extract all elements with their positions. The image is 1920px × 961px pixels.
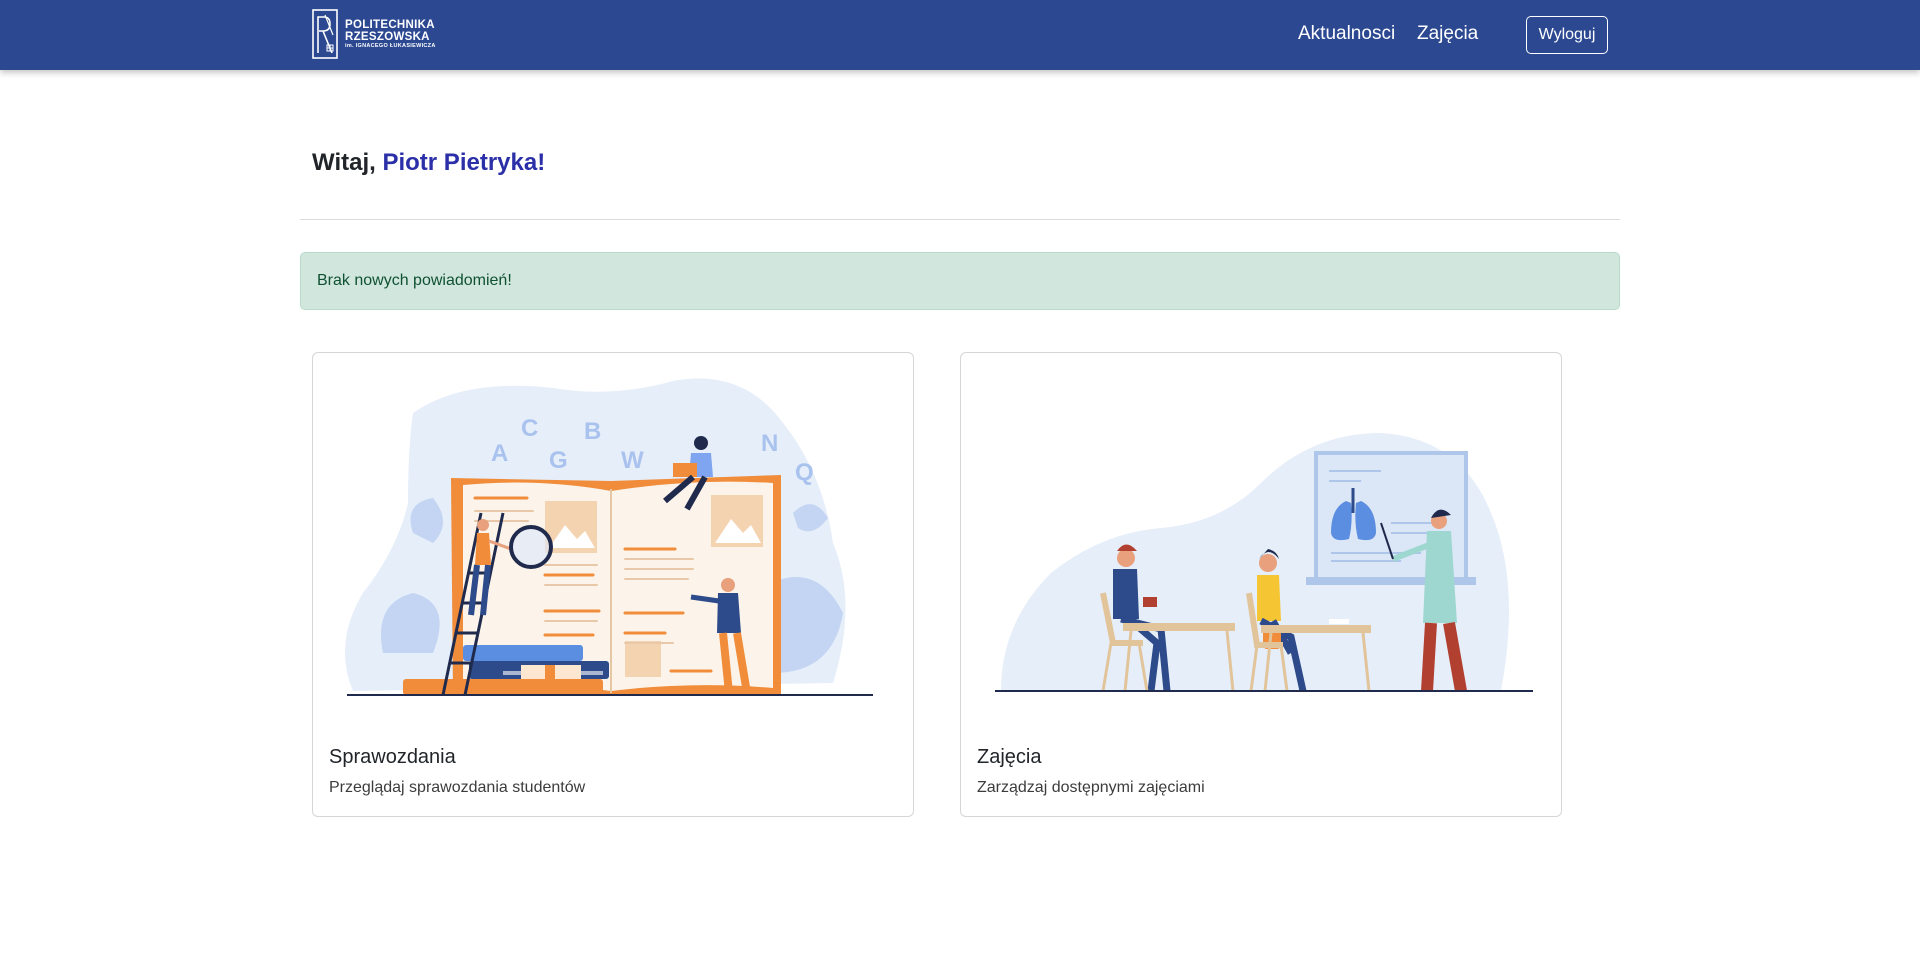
logo-emblem-icon <box>312 9 338 59</box>
notification-alert: Brak nowych powiadomień! <box>300 252 1620 310</box>
letter-c: C <box>521 415 538 442</box>
university-logo[interactable]: POLITECHNIKA RZESZOWSKA im. IGNACEGO ŁUK… <box>312 9 436 59</box>
logout-button[interactable]: Wyloguj <box>1526 16 1608 54</box>
top-navbar: POLITECHNIKA RZESZOWSKA im. IGNACEGO ŁUK… <box>0 0 1920 70</box>
letter-b: B <box>584 418 601 445</box>
letter-a: A <box>491 440 508 467</box>
nav-link-classes[interactable]: Zajęcia <box>1417 23 1478 45</box>
letter-w: W <box>621 447 644 474</box>
alert-message: Brak nowych powiadomień! <box>317 272 512 289</box>
classes-card-description: Zarządzaj dostępnymi zajęciami <box>977 779 1205 796</box>
logo-line-1: POLITECHNIKA <box>345 18 435 31</box>
reports-card[interactable]: A C G B W N Q Sprawozdania Przeglądaj sp… <box>312 352 914 817</box>
logo-line-2: RZESZOWSKA <box>345 30 430 43</box>
letter-g: G <box>549 447 568 474</box>
letter-q: Q <box>795 459 814 486</box>
user-name: Piotr Pietryka! <box>382 149 546 176</box>
section-divider <box>300 219 1620 220</box>
nav-link-news[interactable]: Aktualnosci <box>1298 23 1395 45</box>
logo-text: POLITECHNIKA RZESZOWSKA im. IGNACEGO ŁUK… <box>345 19 436 50</box>
classroom-lecture-illustration <box>995 433 1533 693</box>
book-reading-illustration: A C G B W N Q <box>345 378 873 696</box>
greeting-prefix: Witaj, <box>312 149 376 176</box>
reports-card-description: Przeglądaj sprawozdania studentów <box>329 779 586 796</box>
letter-n: N <box>761 430 778 457</box>
classes-card[interactable]: Zajęcia Zarządzaj dostępnymi zajęciami <box>960 352 1562 817</box>
classes-card-title: Zajęcia <box>977 746 1042 768</box>
welcome-heading: Witaj, Piotr Pietryka! <box>312 149 545 177</box>
reports-card-title: Sprawozdania <box>329 746 456 768</box>
logo-line-3: im. IGNACEGO ŁUKASIEWICZA <box>345 42 436 49</box>
